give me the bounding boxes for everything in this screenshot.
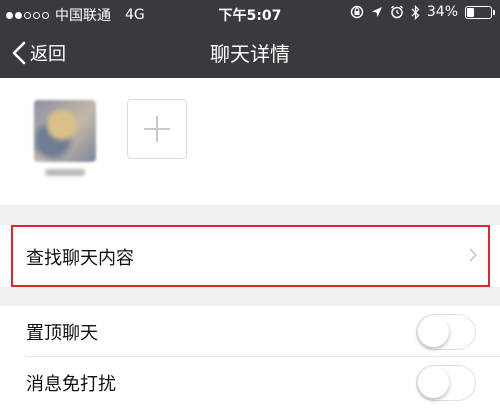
status-bar: 中国联通 4G 下午5:07 34% — [0, 0, 500, 28]
plus-icon — [144, 116, 170, 142]
battery-icon — [465, 5, 495, 19]
member-name-blurred — [36, 168, 94, 180]
rotation-lock-icon — [350, 5, 364, 19]
settings-row-pin: 置顶聊天 — [0, 306, 500, 357]
add-member-button[interactable] — [127, 99, 187, 159]
battery-level — [467, 7, 475, 17]
member-avatar[interactable] — [34, 100, 96, 162]
pin-chat-toggle[interactable] — [416, 314, 476, 350]
page-title: 聊天详情 — [210, 42, 290, 66]
battery-percent: 34% — [426, 4, 458, 20]
mute-notifications-label: 消息免打扰 — [26, 374, 116, 395]
search-chat-content-cell[interactable]: 查找聊天内容 — [0, 225, 500, 287]
settings-row-mute: 消息免打扰 — [0, 357, 500, 408]
settings-group: 置顶聊天 消息免打扰 — [0, 306, 500, 408]
chevron-right-icon — [469, 248, 478, 262]
location-arrow-icon — [371, 7, 382, 17]
toggle-knob — [418, 316, 449, 347]
status-bar-right: 34% — [350, 4, 495, 20]
mute-notifications-toggle[interactable] — [416, 365, 476, 401]
members-section — [0, 78, 500, 205]
header: 中国联通 4G 下午5:07 34% 返回 聊天详情 — [0, 0, 500, 78]
pin-chat-label: 置顶聊天 — [26, 323, 98, 344]
bluetooth-icon — [411, 4, 420, 20]
nav-bar: 返回 聊天详情 — [0, 28, 500, 78]
toggle-knob — [418, 367, 449, 398]
search-chat-content-label: 查找聊天内容 — [26, 248, 134, 269]
alarm-icon — [390, 5, 403, 19]
